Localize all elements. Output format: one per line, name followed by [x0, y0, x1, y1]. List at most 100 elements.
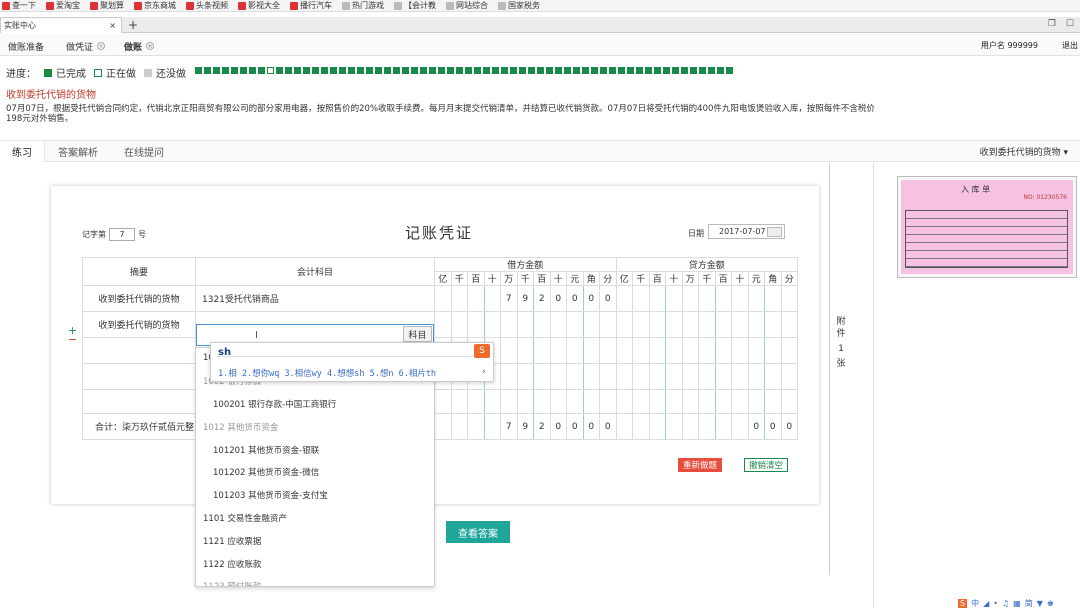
tray-icon[interactable]: S	[958, 598, 968, 608]
remove-row-icon[interactable]: −	[68, 333, 77, 346]
debit-digit[interactable]	[566, 363, 584, 390]
debit-digit[interactable]	[549, 311, 567, 338]
credit-digit[interactable]	[632, 363, 650, 390]
debit-digit[interactable]: 0	[599, 413, 617, 440]
credit-digit[interactable]	[731, 285, 749, 312]
bookmark-item[interactable]: 京东商城	[134, 0, 176, 11]
dropdown-option[interactable]: 1123 预付账款	[203, 580, 261, 586]
bookmark-item[interactable]: 热门游戏	[342, 0, 384, 11]
debit-digit[interactable]	[582, 363, 600, 390]
debit-digit[interactable]: 0	[582, 285, 600, 312]
view-answer-button[interactable]: 查看答案	[446, 521, 510, 543]
breadcrumb[interactable]: 收到委托代销的货物 ▾	[980, 145, 1068, 158]
tab-prepare[interactable]: 做账准备	[8, 38, 44, 54]
debit-digit[interactable]	[450, 285, 468, 312]
credit-digit[interactable]	[615, 389, 633, 414]
row2-summary[interactable]: 收到委托代销的货物	[82, 311, 196, 338]
debit-digit[interactable]: 0	[549, 285, 567, 312]
bookmark-item[interactable]: 聚划算	[90, 0, 124, 11]
debit-digit[interactable]	[434, 389, 452, 414]
tray-icon[interactable]: ▼	[1037, 599, 1043, 608]
new-tab-button[interactable]: +	[128, 18, 138, 32]
credit-digit[interactable]	[747, 285, 765, 312]
row4-summary[interactable]	[82, 363, 196, 390]
credit-digit[interactable]	[648, 285, 666, 312]
credit-digit[interactable]	[632, 337, 650, 364]
credit-digit[interactable]	[714, 413, 732, 440]
credit-digit[interactable]	[747, 311, 765, 338]
credit-digit[interactable]	[615, 337, 633, 364]
credit-digit[interactable]	[764, 337, 782, 364]
credit-digit[interactable]	[665, 311, 683, 338]
credit-digit[interactable]	[648, 389, 666, 414]
dropdown-option[interactable]: 1101 交易性金融资产	[203, 512, 287, 524]
credit-digit[interactable]	[731, 413, 749, 440]
debit-digit[interactable]	[500, 337, 518, 364]
credit-digit[interactable]	[632, 311, 650, 338]
tray-icon[interactable]: ♚	[1047, 599, 1054, 608]
credit-digit[interactable]	[714, 363, 732, 390]
account-picker-button[interactable]: 科目	[403, 326, 432, 342]
credit-digit[interactable]	[714, 337, 732, 364]
debit-digit[interactable]	[582, 311, 600, 338]
debit-digit[interactable]	[516, 363, 534, 390]
debit-digit[interactable]	[533, 337, 551, 364]
credit-digit[interactable]	[681, 413, 699, 440]
dropdown-option[interactable]: 101202 其他货币资金-微信	[213, 466, 319, 478]
credit-digit[interactable]	[648, 413, 666, 440]
close-icon[interactable]: ×	[146, 42, 155, 50]
debit-digit[interactable]	[599, 389, 617, 414]
dropdown-option[interactable]: 1121 应收票据	[203, 535, 261, 547]
debit-digit[interactable]: 2	[533, 413, 551, 440]
dropdown-option[interactable]: 1012 其他货币资金	[203, 421, 278, 433]
credit-digit[interactable]	[681, 389, 699, 414]
debit-digit[interactable]: 9	[516, 285, 534, 312]
credit-digit[interactable]	[731, 337, 749, 364]
row1-summary[interactable]: 收到委托代销的货物	[82, 285, 196, 312]
debit-digit[interactable]	[582, 389, 600, 414]
credit-digit[interactable]	[632, 389, 650, 414]
debit-digit[interactable]	[467, 389, 485, 414]
debit-digit[interactable]	[533, 311, 551, 338]
tab-answer-analysis[interactable]: 答案解析	[46, 141, 110, 162]
credit-digit[interactable]	[698, 285, 716, 312]
credit-digit[interactable]	[698, 311, 716, 338]
bookmark-item[interactable]: 爱淘宝	[46, 0, 80, 11]
credit-digit[interactable]	[632, 285, 650, 312]
credit-digit[interactable]	[780, 389, 798, 414]
debit-digit[interactable]	[599, 311, 617, 338]
credit-digit[interactable]	[648, 363, 666, 390]
close-icon[interactable]: ×	[109, 21, 116, 30]
calendar-icon[interactable]	[767, 227, 782, 237]
debit-digit[interactable]	[599, 337, 617, 364]
debit-digit[interactable]	[500, 363, 518, 390]
bookmark-item[interactable]: 播行汽车	[290, 0, 332, 11]
debit-digit[interactable]	[483, 311, 501, 338]
credit-digit[interactable]	[665, 337, 683, 364]
debit-digit[interactable]	[467, 413, 485, 440]
credit-digit[interactable]	[731, 311, 749, 338]
credit-digit[interactable]	[665, 389, 683, 414]
debit-digit[interactable]: 0	[599, 285, 617, 312]
debit-digit[interactable]	[434, 413, 452, 440]
account-dropdown[interactable]: 10 1002 银行存款 100201 银行存款-中国工商银行 1012 其他货币资金…	[195, 347, 435, 587]
credit-digit[interactable]	[665, 285, 683, 312]
credit-digit[interactable]	[698, 413, 716, 440]
credit-digit[interactable]	[714, 389, 732, 414]
credit-digit[interactable]	[780, 285, 798, 312]
tray-icon[interactable]: 简	[1025, 598, 1033, 609]
dropdown-option[interactable]: 101203 其他货币资金-支付宝	[213, 489, 328, 501]
credit-digit[interactable]	[698, 389, 716, 414]
browser-tab[interactable]: 实账中心 ×	[0, 17, 122, 33]
bookmark-item[interactable]: 【会计教	[394, 0, 436, 11]
debit-digit[interactable]	[483, 413, 501, 440]
tab-bookkeeping[interactable]: 做账 ×	[124, 38, 155, 54]
debit-digit[interactable]	[566, 337, 584, 364]
credit-digit[interactable]	[681, 337, 699, 364]
row1-account[interactable]: 1321受托代销商品	[195, 285, 435, 312]
tray-icon[interactable]: ▦	[1013, 599, 1021, 608]
debit-digit[interactable]: 7	[500, 285, 518, 312]
debit-digit[interactable]	[582, 337, 600, 364]
credit-digit[interactable]	[632, 413, 650, 440]
credit-digit[interactable]	[747, 363, 765, 390]
